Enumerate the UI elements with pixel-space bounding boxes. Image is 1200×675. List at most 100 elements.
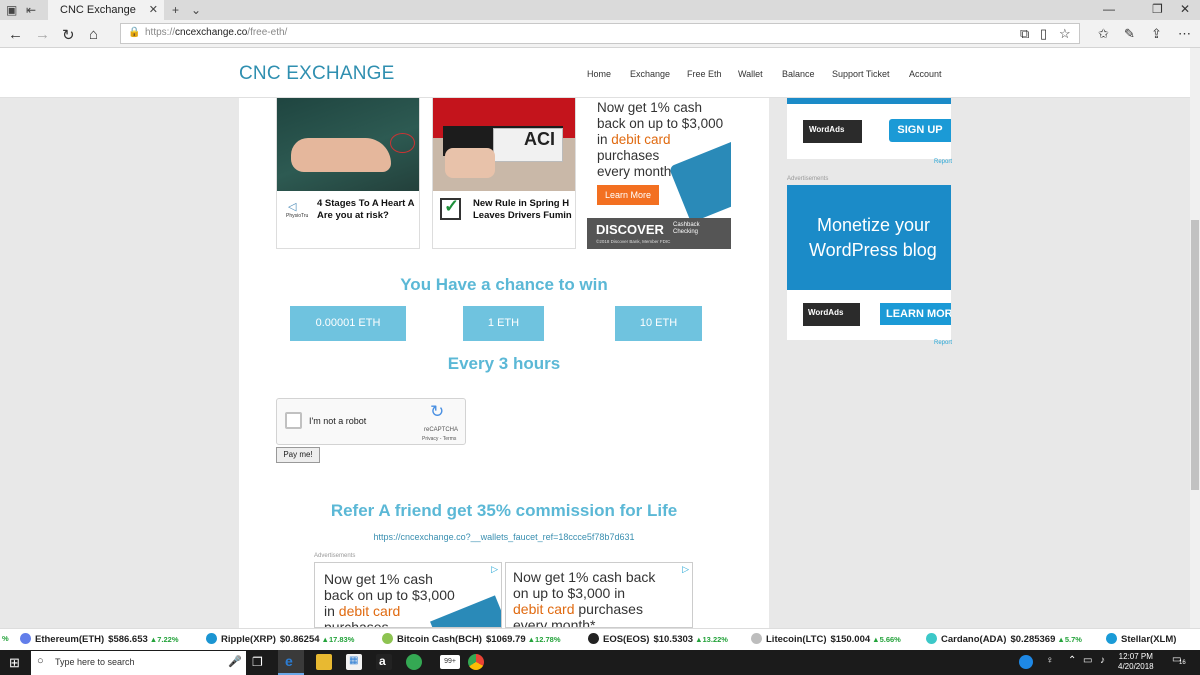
bitcoin-cash-icon	[382, 633, 393, 644]
ticker-fragment: %	[2, 634, 9, 643]
network-icon[interactable]: ▭	[1083, 655, 1092, 666]
taskbar-clock[interactable]: 12:07 PM 4/20/2018	[1118, 652, 1154, 672]
home-icon[interactable]: ⌂	[89, 26, 98, 43]
nav-account[interactable]: Account	[909, 69, 942, 79]
close-tab-icon[interactable]: ✕	[149, 3, 158, 16]
checkmark-logo-icon: ✓	[440, 196, 461, 220]
pay-me-button[interactable]: Pay me!	[276, 447, 320, 463]
windows-start-icon[interactable]: ⊞	[9, 655, 20, 671]
browser-tab[interactable]: CNC Exchange ✕	[48, 0, 164, 20]
ticker-item-xlm[interactable]: Stellar(XLM)	[1106, 633, 1176, 645]
ad-card-subtitle[interactable]: Are you at risk?	[317, 210, 419, 222]
report-link[interactable]: Report	[934, 340, 952, 346]
nav-home[interactable]: Home	[587, 69, 611, 79]
nav-free-eth[interactable]: Free Eth	[687, 69, 722, 79]
learn-more-button[interactable]: Learn More	[597, 185, 659, 205]
share-icon[interactable]: ⇪	[1151, 26, 1162, 42]
discover-sub: Cashback	[673, 222, 700, 228]
ripple-icon	[206, 633, 217, 644]
ad-card-subtitle[interactable]: Leaves Drivers Fumin	[473, 210, 575, 222]
ad-image-foot	[277, 98, 419, 191]
cardano-icon	[926, 633, 937, 644]
learn-more-button[interactable]: LEARN MORE	[880, 303, 951, 325]
discover-ad-line: every month	[597, 164, 672, 179]
tab-actions-icon[interactable]: ▣	[6, 3, 17, 17]
tripadvisor-icon[interactable]	[406, 654, 422, 670]
show-hidden-icons-chevron-icon[interactable]: ⌃	[1068, 655, 1076, 666]
page-scrollbar-thumb[interactable]	[1191, 220, 1199, 490]
favorite-star-icon[interactable]: ☆	[1059, 26, 1071, 42]
eth-option-button[interactable]: 0.00001 ETH	[290, 306, 406, 341]
recaptcha-checkbox[interactable]	[285, 412, 302, 429]
monetize-line: WordPress blog	[809, 240, 937, 260]
bottom-ad-line: on up to $3,000 in	[513, 585, 626, 601]
volume-icon[interactable]: ♪	[1100, 655, 1105, 666]
back-arrow-icon[interactable]: ←	[8, 26, 23, 43]
task-view-icon[interactable]: ❐	[252, 655, 263, 669]
eth-option-button[interactable]: 1 ETH	[463, 306, 544, 341]
tab-list-chevron-icon[interactable]: ⌄	[191, 3, 201, 17]
help-icon[interactable]	[1019, 655, 1033, 669]
forward-arrow-icon[interactable]: →	[35, 26, 50, 43]
discover-ad-line: in debit card	[597, 132, 671, 147]
more-menu-icon[interactable]: ⋯	[1178, 26, 1191, 42]
recaptcha-links[interactable]: Privacy - Terms	[422, 436, 456, 442]
action-center-icon[interactable]: ▭ 16	[1172, 654, 1188, 670]
amazon-icon[interactable]: a	[376, 654, 392, 670]
notification-badge-icon[interactable]: 99+	[440, 655, 460, 669]
ticker-item-bch[interactable]: Bitcoin Cash(BCH) $1069.79 ▲12.78%	[382, 633, 560, 645]
nav-support-ticket[interactable]: Support Ticket	[832, 69, 890, 79]
file-explorer-icon[interactable]	[316, 654, 332, 670]
ads-label: Advertisements	[787, 176, 829, 182]
bottom-ad-line: every month*	[513, 617, 596, 628]
ticker-item-xrp[interactable]: Ripple(XRP) $0.86254 ▲17.83%	[206, 633, 354, 645]
nav-wallet[interactable]: Wallet	[738, 69, 763, 79]
nav-exchange[interactable]: Exchange	[630, 69, 670, 79]
microphone-icon[interactable]: 🎤	[228, 655, 242, 668]
lock-icon: 🔒	[128, 27, 141, 38]
refresh-icon[interactable]: ↻	[62, 26, 75, 44]
referral-link[interactable]: https://cncexchange.co?__wallets_faucet_…	[239, 532, 769, 542]
new-tab-icon[interactable]: +	[172, 3, 179, 17]
ticker-item-eos[interactable]: EOS(EOS) $10.5303 ▲13.22%	[588, 633, 728, 645]
restore-window-icon[interactable]: ❐	[1152, 2, 1163, 16]
ad-card-title[interactable]: 4 Stages To A Heart A	[317, 198, 419, 210]
ticker-item-eth[interactable]: Ethereum(ETH) $586.653 ▲7.22%	[20, 633, 179, 645]
report-link[interactable]: Report	[934, 159, 952, 165]
site-logo[interactable]: CNC EXCHANGE	[239, 63, 394, 85]
discover-ad[interactable]: Now get 1% cash back on up to $3,000 in …	[587, 98, 731, 249]
edge-taskbar-button[interactable]: e	[278, 650, 304, 675]
sidebar-ad-learnmore[interactable]: WordAds LEARN MORE	[787, 290, 951, 340]
chrome-icon[interactable]	[468, 654, 484, 670]
tab-back-icon[interactable]: ⇤	[26, 3, 36, 17]
web-note-icon[interactable]: ✎	[1124, 26, 1135, 42]
extensions-icon[interactable]: ⧉	[1020, 26, 1029, 42]
stellar-icon	[1106, 633, 1117, 644]
close-window-icon[interactable]: ✕	[1180, 2, 1190, 16]
url-text: https://cncexchange.co/free-eth/	[145, 27, 288, 38]
ad-card-title[interactable]: New Rule in Spring H	[473, 198, 575, 210]
signup-button[interactable]: SIGN UP	[889, 119, 951, 142]
sidebar-ad-monetize[interactable]: Monetize your WordPress blog	[787, 185, 951, 290]
eth-option-button[interactable]: 10 ETH	[615, 306, 702, 341]
adchoices-icon[interactable]: ▷	[682, 564, 689, 575]
favorites-hub-icon[interactable]: ✩	[1098, 26, 1109, 42]
bottom-ad-discover[interactable]: ▷ Now get 1% cash back on up to $3,000 i…	[314, 562, 502, 628]
wordads-logo: WordAds	[803, 120, 862, 143]
store-icon[interactable]: ▦	[346, 654, 362, 670]
ticker-item-ltc[interactable]: Litecoin(LTC) $150.004 ▲5.66%	[751, 633, 901, 645]
nav-balance[interactable]: Balance	[782, 69, 815, 79]
reading-view-icon[interactable]: ▯	[1040, 26, 1047, 42]
taskbar-search-placeholder: Type here to search	[55, 657, 135, 667]
wordads-logo: WordAds	[803, 303, 860, 326]
adchoices-icon[interactable]: ▷	[491, 564, 498, 575]
people-icon[interactable]: ♀	[1046, 655, 1054, 666]
ticker-item-ada[interactable]: Cardano(ADA) $0.285369 ▲5.7%	[926, 633, 1082, 645]
discover-footer: DISCOVER Cashback Checking ©2018 Discover…	[587, 218, 731, 249]
recaptcha-logo-icon: ↻	[430, 402, 445, 421]
minimize-window-icon[interactable]: —	[1103, 2, 1115, 16]
ad-brand: PhysioTru	[286, 213, 309, 219]
sidebar-ad-signup[interactable]: WordAds SIGN UP	[787, 104, 951, 159]
bottom-ad-discover[interactable]: ▷ Now get 1% cash back on up to $3,000 i…	[505, 562, 693, 628]
bottom-ad-line: Now get 1% cash	[324, 571, 433, 587]
